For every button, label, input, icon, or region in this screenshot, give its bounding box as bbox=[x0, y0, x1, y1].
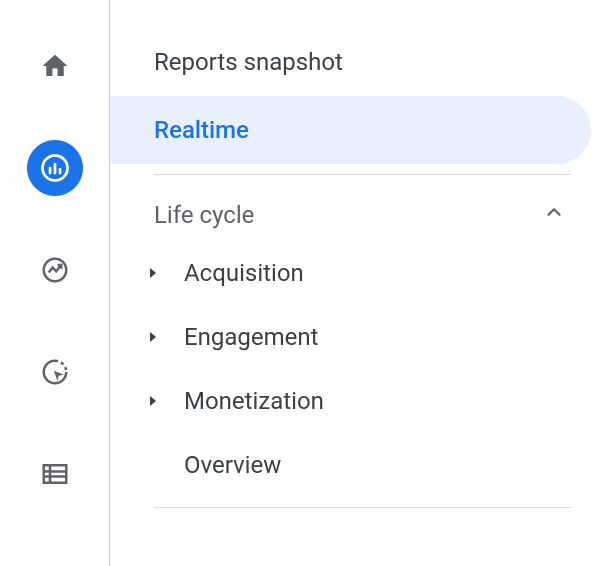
sidebar: Reports snapshot Realtime Life cycle Acq… bbox=[110, 0, 601, 566]
sub-item-engagement[interactable]: Engagement bbox=[110, 305, 601, 369]
sub-item-overview[interactable]: Overview bbox=[110, 433, 601, 497]
divider bbox=[154, 507, 571, 508]
table-list-icon bbox=[40, 459, 70, 489]
trend-circle-icon bbox=[40, 255, 70, 285]
menu-reports-snapshot[interactable]: Reports snapshot bbox=[110, 28, 601, 96]
nav-explore[interactable] bbox=[27, 242, 83, 298]
nav-home[interactable] bbox=[27, 38, 83, 94]
nav-advertising[interactable] bbox=[27, 344, 83, 400]
nav-rail bbox=[0, 0, 110, 566]
arrow-right-icon bbox=[144, 332, 162, 342]
sub-item-label: Overview bbox=[184, 451, 281, 479]
sub-item-label: Monetization bbox=[184, 387, 324, 415]
divider bbox=[154, 174, 571, 175]
bar-chart-icon bbox=[40, 153, 70, 183]
sub-item-acquisition[interactable]: Acquisition bbox=[110, 241, 601, 305]
nav-reports[interactable] bbox=[27, 140, 83, 196]
sub-item-label: Engagement bbox=[184, 323, 319, 351]
menu-item-label: Realtime bbox=[154, 116, 249, 144]
section-title: Life cycle bbox=[154, 201, 254, 229]
menu-item-label: Reports snapshot bbox=[154, 48, 343, 76]
sub-item-label: Acquisition bbox=[184, 259, 304, 287]
menu-realtime[interactable]: Realtime bbox=[110, 96, 591, 164]
chevron-up-icon bbox=[543, 201, 565, 229]
nav-configure[interactable] bbox=[27, 446, 83, 502]
arrow-right-icon bbox=[144, 396, 162, 406]
home-icon bbox=[40, 51, 70, 81]
target-click-icon bbox=[40, 357, 70, 387]
sub-item-monetization[interactable]: Monetization bbox=[110, 369, 601, 433]
section-life-cycle[interactable]: Life cycle bbox=[110, 189, 601, 241]
arrow-right-icon bbox=[144, 268, 162, 278]
